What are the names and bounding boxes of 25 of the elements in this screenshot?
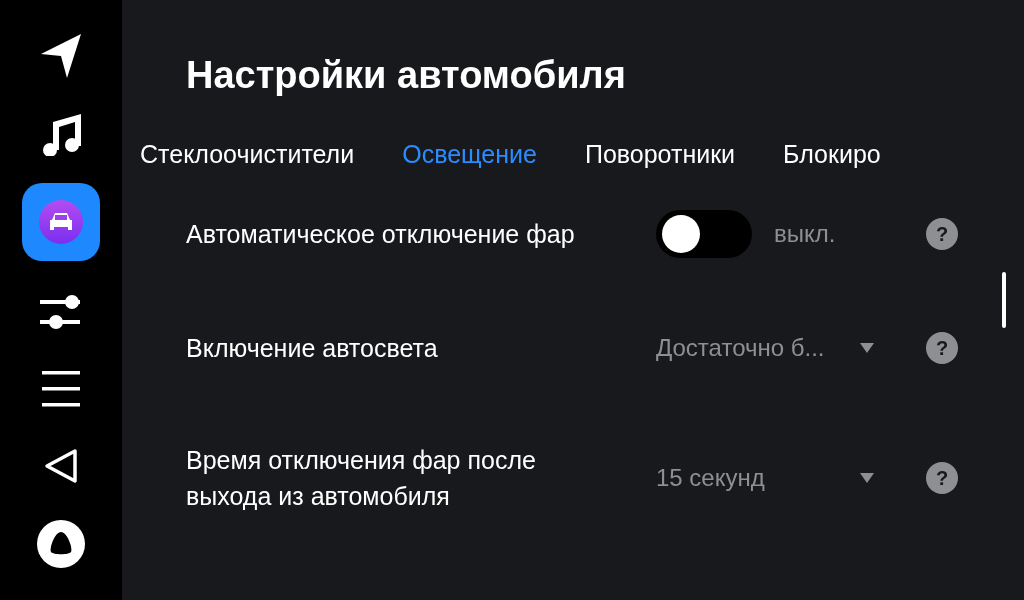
navigation-arrow-icon[interactable]: [41, 34, 81, 78]
page-title: Настройки автомобиля: [186, 53, 627, 98]
tab[interactable]: Блокиро: [783, 138, 881, 170]
dropdown[interactable]: 15 секунд: [656, 460, 874, 496]
back-triangle-icon[interactable]: [44, 448, 78, 485]
scrollbar: [1002, 272, 1006, 328]
help-button[interactable]: ?: [926, 462, 958, 494]
dropdown[interactable]: Достаточно б...: [656, 330, 874, 366]
car-icon: [39, 200, 83, 245]
tab[interactable]: Стеклоочистители: [140, 138, 355, 170]
caret-icon: [860, 343, 874, 353]
assistant-icon[interactable]: [37, 519, 85, 568]
music-note-icon[interactable]: [41, 111, 81, 156]
car-settings-button[interactable]: [22, 183, 100, 262]
help-button[interactable]: ?: [926, 218, 958, 250]
tab[interactable]: Поворотники: [584, 138, 736, 170]
setting-label: Включение автосвета: [186, 333, 439, 364]
setting-label: Время отключения фар после выхода из автомобиля: [186, 445, 537, 512]
setting-label: Автоматическое отключение фар: [186, 219, 576, 250]
toggle-state-text: выкл.: [774, 219, 836, 249]
tab[interactable]: Освещение: [402, 138, 537, 170]
menu-icon[interactable]: [42, 370, 80, 407]
toggle-switch[interactable]: [656, 210, 752, 258]
caret-icon: [860, 473, 874, 483]
help-button[interactable]: ?: [926, 332, 958, 364]
